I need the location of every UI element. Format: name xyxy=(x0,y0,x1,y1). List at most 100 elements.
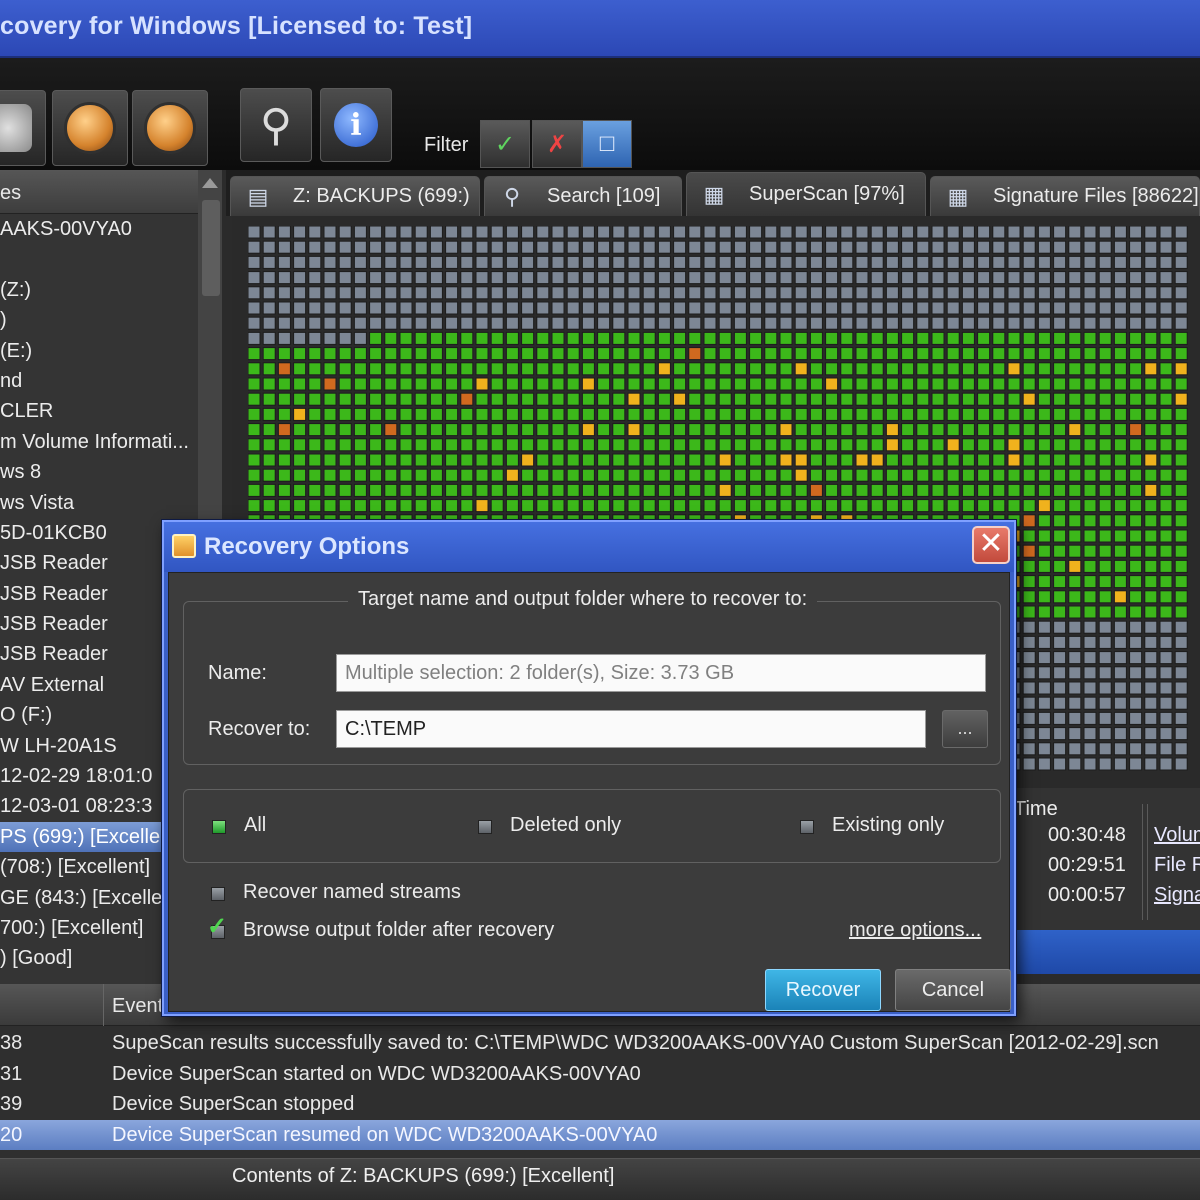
all-radio[interactable] xyxy=(212,820,226,834)
disk-block xyxy=(323,438,337,452)
disk-block xyxy=(338,377,352,391)
disks-button[interactable] xyxy=(132,90,208,166)
disk-block xyxy=(1129,423,1143,437)
disk-block xyxy=(749,438,763,452)
disk-block xyxy=(551,483,565,497)
disk-block xyxy=(581,255,595,269)
scroll-up-icon[interactable] xyxy=(202,178,218,188)
device-tree-item[interactable]: ) xyxy=(0,305,222,335)
result-link[interactable]: Volum xyxy=(1154,824,1200,847)
recover-to-field[interactable]: C:\TEMP xyxy=(336,710,926,748)
disk-block xyxy=(1098,605,1112,619)
disk-block xyxy=(445,226,459,239)
disk-block xyxy=(703,392,717,406)
disk-block xyxy=(1144,711,1158,725)
disk-block xyxy=(277,255,291,269)
disk-block xyxy=(1098,347,1112,361)
deleted-only-label[interactable]: Deleted only xyxy=(510,814,621,837)
info-button[interactable]: i xyxy=(320,88,392,162)
disk-block xyxy=(1007,362,1021,376)
disk-block xyxy=(931,362,945,376)
log-row[interactable]: 38 SupeScan results successfully saved to… xyxy=(0,1028,1200,1058)
all-radio-label[interactable]: All xyxy=(244,814,266,837)
disk-block xyxy=(505,407,519,421)
disk-block xyxy=(1174,240,1188,254)
device-tree-item[interactable]: nd xyxy=(0,366,222,396)
disk-block xyxy=(992,226,1006,239)
disk-block xyxy=(688,286,702,300)
disk-block xyxy=(764,255,778,269)
name-field[interactable]: Multiple selection: 2 folder(s), Size: 3… xyxy=(336,654,986,692)
disk-block xyxy=(1098,499,1112,513)
disk-block xyxy=(840,316,854,330)
disk-block xyxy=(1098,575,1112,589)
tab-backups[interactable]: ▤ Z: BACKUPS (699:) xyxy=(230,176,480,216)
result-link[interactable]: Signa xyxy=(1154,884,1200,907)
log-time-column-header[interactable] xyxy=(0,984,104,1026)
drive-tool-button[interactable] xyxy=(0,90,46,166)
preview-button[interactable]: ⚲ xyxy=(240,88,312,162)
disk-block xyxy=(1159,514,1173,528)
disk-block xyxy=(946,377,960,391)
disk-block xyxy=(551,226,565,239)
disk-block xyxy=(1129,468,1143,482)
disk-block xyxy=(992,423,1006,437)
device-tree-item[interactable]: ws 8 xyxy=(0,457,222,487)
device-tree-item[interactable]: AAKS-00VYA0 xyxy=(0,214,222,244)
disk-block xyxy=(1037,635,1051,649)
close-icon[interactable]: ✕ xyxy=(972,526,1010,564)
tab-search[interactable]: ⚲ Search [109] xyxy=(484,176,682,216)
disk-block xyxy=(475,407,489,421)
filter-existing-button[interactable]: ✓ xyxy=(480,120,530,168)
tab-signature-files[interactable]: ▦ Signature Files [88622] xyxy=(930,176,1200,216)
disk-block xyxy=(308,483,322,497)
cancel-button[interactable]: Cancel xyxy=(895,969,1011,1011)
disk-block xyxy=(642,316,656,330)
dialog-title-bar[interactable]: Recovery Options ✕ xyxy=(164,522,1014,572)
disk-block xyxy=(703,240,717,254)
device-tree-item[interactable]: (E:) xyxy=(0,336,222,366)
device-tree-item[interactable]: ws Vista xyxy=(0,488,222,518)
disk-block xyxy=(657,301,671,315)
tab-label: SuperScan [97%] xyxy=(749,183,905,205)
recover-button[interactable]: Recover xyxy=(765,969,881,1011)
disk-block xyxy=(627,240,641,254)
device-tree-item[interactable]: (Z:) xyxy=(0,275,222,305)
filter-deleted-button[interactable]: ✗ xyxy=(532,120,582,168)
browse-button[interactable]: ... xyxy=(942,710,988,748)
log-row[interactable]: 31 Device SuperScan started on WDC WD3200… xyxy=(0,1059,1200,1089)
disk-block xyxy=(581,453,595,467)
result-link[interactable]: File R xyxy=(1154,854,1200,877)
tab-superscan[interactable]: ▦ SuperScan [97%] xyxy=(686,172,926,216)
more-options-link[interactable]: more options... xyxy=(849,919,981,942)
filter-all-button[interactable]: □ xyxy=(582,120,632,168)
scrollbar-thumb[interactable] xyxy=(202,200,220,296)
device-tree-item[interactable]: CLER xyxy=(0,396,222,426)
disk-block xyxy=(490,483,504,497)
disk-block xyxy=(277,499,291,513)
disk-block xyxy=(870,347,884,361)
browse-output-label[interactable]: Browse output folder after recovery xyxy=(243,919,554,942)
recover-named-streams-label[interactable]: Recover named streams xyxy=(243,881,461,904)
existing-only-label[interactable]: Existing only xyxy=(832,814,944,837)
existing-only-radio[interactable] xyxy=(800,820,814,834)
disk-block xyxy=(566,423,580,437)
disk-block xyxy=(825,499,839,513)
log-row[interactable]: 39 Device SuperScan stopped xyxy=(0,1089,1200,1119)
disk-block xyxy=(885,377,899,391)
scan-disk-button[interactable] xyxy=(52,90,128,166)
disk-block xyxy=(248,438,261,452)
disk-block xyxy=(581,301,595,315)
disk-block xyxy=(794,331,808,345)
device-tree-item[interactable]: m Volume Informati... xyxy=(0,427,222,457)
disk-block xyxy=(733,347,747,361)
disk-block xyxy=(384,499,398,513)
log-row[interactable]: 20 Device SuperScan resumed on WDC WD3200… xyxy=(0,1119,1200,1150)
log-event-column-header[interactable]: Event xyxy=(112,995,163,1018)
recover-named-streams-checkbox[interactable] xyxy=(211,887,225,901)
disk-block xyxy=(460,392,474,406)
deleted-only-radio[interactable] xyxy=(478,820,492,834)
disk-block xyxy=(779,468,793,482)
device-tree-item[interactable] xyxy=(0,244,222,274)
disk-block xyxy=(384,392,398,406)
